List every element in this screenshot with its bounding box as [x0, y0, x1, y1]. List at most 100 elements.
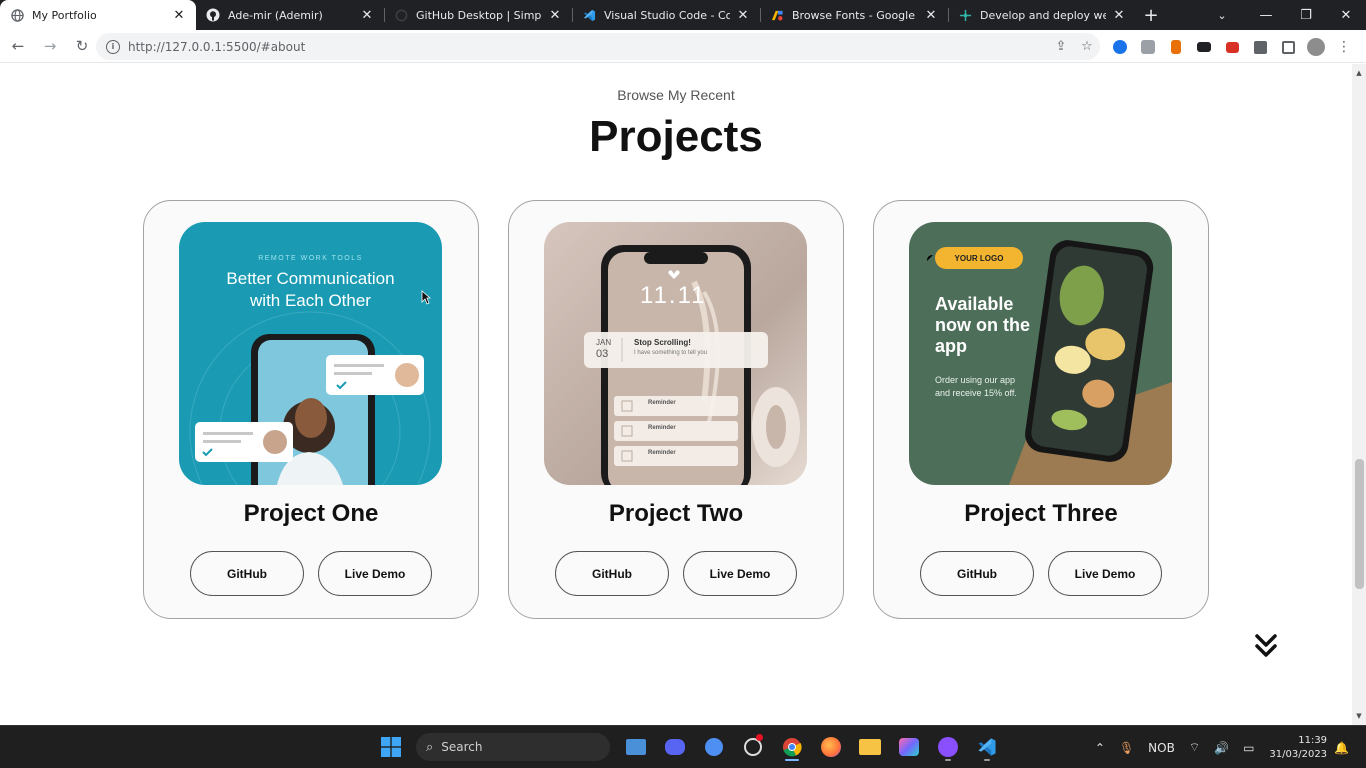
notifications-icon[interactable]: 🔔: [1334, 741, 1349, 755]
battery-icon[interactable]: ▭: [1243, 741, 1254, 755]
lockscreen-clock: 11.11: [640, 282, 707, 309]
thumb-order-text: Order using our app and receive 15% off.: [935, 375, 1017, 398]
forward-icon[interactable]: →: [36, 32, 64, 60]
github-button[interactable]: GitHub: [190, 551, 304, 596]
windows-taskbar: ⌕ Search ⌃ 🎙 NOB ⌔ 🔊 ▭ 11:39 31/03/2023 …: [0, 725, 1366, 768]
scrollbar-thumb[interactable]: [1355, 459, 1364, 589]
restore-icon[interactable]: ❐: [1286, 0, 1326, 30]
taskbar-apps: ⌕ Search: [371, 732, 1006, 762]
project-card-two: 11.11 JAN 03 Stop Scrolling! I have some…: [508, 200, 844, 619]
project-card-one: REMOTE WORK TOOLS Better Communication w…: [143, 200, 479, 619]
project-title: Project Three: [964, 500, 1118, 527]
github-button[interactable]: GitHub: [555, 551, 669, 596]
show-hidden-icons-icon[interactable]: ⌃: [1095, 741, 1105, 755]
firefox-icon[interactable]: [811, 732, 850, 762]
close-tab-icon[interactable]: ✕: [736, 8, 750, 23]
minimize-icon[interactable]: —: [1246, 0, 1286, 30]
tab-title: Ade-mir (Ademir): [228, 8, 323, 22]
github-desktop-icon[interactable]: [928, 732, 967, 762]
project-two-thumbnail: 11.11 JAN 03 Stop Scrolling! I have some…: [544, 222, 807, 485]
profile-avatar[interactable]: [1302, 35, 1330, 59]
new-tab-button[interactable]: +: [1136, 0, 1166, 30]
notice-month: JAN: [596, 338, 612, 347]
close-tab-icon[interactable]: ✕: [548, 8, 562, 23]
extensions-puzzle-icon[interactable]: [1246, 35, 1274, 59]
widgets-icon[interactable]: [616, 732, 655, 762]
project-title: Project One: [243, 500, 379, 527]
wifi-icon[interactable]: ⌔: [1189, 740, 1200, 755]
close-tab-icon[interactable]: ✕: [1112, 8, 1126, 23]
window-controls: — ❐ ✕: [1246, 0, 1366, 30]
taskbar-search[interactable]: ⌕ Search: [416, 733, 610, 761]
live-demo-button[interactable]: Live Demo: [1048, 551, 1162, 596]
search-icon: ⌕: [426, 739, 434, 755]
share-icon[interactable]: ⇪: [1048, 36, 1074, 58]
thumb-logo-badge: YOUR LOGO: [935, 247, 1023, 269]
photos-icon[interactable]: [889, 732, 928, 762]
scroll-down-arrow-icon[interactable]: [1254, 633, 1278, 659]
portfolio-page: Browse My Recent Projects REMOTE WORK TO…: [0, 64, 1352, 725]
browser-tab-strip: My Portfolio ✕ Ade-mir (Ademir) ✕ GitHub…: [0, 0, 1366, 30]
back-icon[interactable]: ←: [4, 32, 32, 60]
loading-icon: [394, 8, 408, 22]
clock-date: 31/03/2023: [1269, 748, 1328, 760]
tab-github-profile[interactable]: Ade-mir (Ademir) ✕: [196, 0, 384, 30]
notice-body: I have something to tell you: [634, 350, 708, 356]
tab-my-portfolio[interactable]: My Portfolio ✕: [0, 0, 196, 30]
close-tab-icon[interactable]: ✕: [924, 8, 938, 23]
site-info-icon[interactable]: i: [106, 39, 120, 54]
tab-search-icon[interactable]: ⌄: [1210, 0, 1234, 30]
browser-menu-icon[interactable]: ⋮: [1330, 35, 1358, 59]
extension-orange-icon[interactable]: [1162, 35, 1190, 59]
chrome-icon[interactable]: [772, 732, 811, 762]
github-icon: [206, 8, 220, 22]
taskbar-clock[interactable]: 11:39 31/03/2023: [1269, 734, 1327, 762]
vscode-taskbar-icon[interactable]: [967, 732, 1006, 762]
microphone-icon[interactable]: 🎙: [1119, 741, 1134, 755]
system-tray: ⌃ 🎙 NOB ⌔ 🔊 ▭ 11:39 31/03/2023 🔔: [1088, 726, 1356, 768]
close-window-icon[interactable]: ✕: [1326, 0, 1366, 30]
project-three-thumbnail: YOUR LOGO Available now on the app Order…: [909, 222, 1172, 485]
extension-grey-icon[interactable]: [1134, 35, 1162, 59]
url-text[interactable]: http://127.0.0.1:5500/#about: [128, 40, 1048, 54]
section-title: Projects: [589, 112, 763, 161]
discord-icon[interactable]: [655, 732, 694, 762]
reload-icon[interactable]: ↻: [68, 32, 96, 60]
thumb-headline: Available now on the app: [935, 294, 1030, 356]
volume-icon[interactable]: 🔊: [1214, 741, 1229, 755]
windows-start-icon[interactable]: [371, 732, 410, 762]
live-demo-button[interactable]: Live Demo: [318, 551, 432, 596]
extension-megaphone-icon[interactable]: [1218, 35, 1246, 59]
file-explorer-icon[interactable]: [850, 732, 889, 762]
vscode-icon: [582, 8, 596, 22]
close-tab-icon[interactable]: ✕: [360, 8, 374, 23]
mouse-cursor-icon: [421, 290, 431, 305]
notice-day: 03: [596, 348, 609, 360]
tab-title: Browse Fonts - Google Fon: [792, 8, 918, 22]
obs-icon[interactable]: [733, 732, 772, 762]
notice-title: Stop Scrolling!: [634, 338, 691, 347]
address-bar[interactable]: i http://127.0.0.1:5500/#about ⇪ ☆: [96, 33, 1100, 60]
scroll-down-icon[interactable]: ▼: [1352, 709, 1366, 723]
chat-icon[interactable]: [694, 732, 733, 762]
globe-icon: [10, 8, 24, 22]
side-panel-icon[interactable]: [1274, 35, 1302, 59]
tab-github-desktop[interactable]: GitHub Desktop | Simple co ✕: [384, 0, 572, 30]
reminder-label: Reminder: [648, 425, 676, 431]
netlify-icon: [958, 8, 972, 22]
live-demo-button[interactable]: Live Demo: [683, 551, 797, 596]
github-button[interactable]: GitHub: [920, 551, 1034, 596]
page-scrollbar[interactable]: ▲ ▼: [1352, 64, 1366, 725]
scroll-up-icon[interactable]: ▲: [1352, 66, 1366, 80]
tab-netlify[interactable]: Develop and deploy websit ✕: [948, 0, 1136, 30]
browser-toolbar: ← → ↻ i http://127.0.0.1:5500/#about ⇪ ☆…: [0, 30, 1366, 63]
tab-vscode[interactable]: Visual Studio Code - Code ✕: [572, 0, 760, 30]
extension-dark-icon[interactable]: [1190, 35, 1218, 59]
tab-title: Visual Studio Code - Code: [604, 8, 730, 22]
tab-google-fonts[interactable]: Browse Fonts - Google Fon ✕: [760, 0, 948, 30]
extension-blue-icon[interactable]: [1106, 35, 1134, 59]
reminder-label: Reminder: [648, 400, 676, 406]
language-indicator[interactable]: NOB: [1148, 741, 1175, 755]
bookmark-star-icon[interactable]: ☆: [1074, 36, 1100, 58]
close-tab-icon[interactable]: ✕: [172, 8, 186, 23]
